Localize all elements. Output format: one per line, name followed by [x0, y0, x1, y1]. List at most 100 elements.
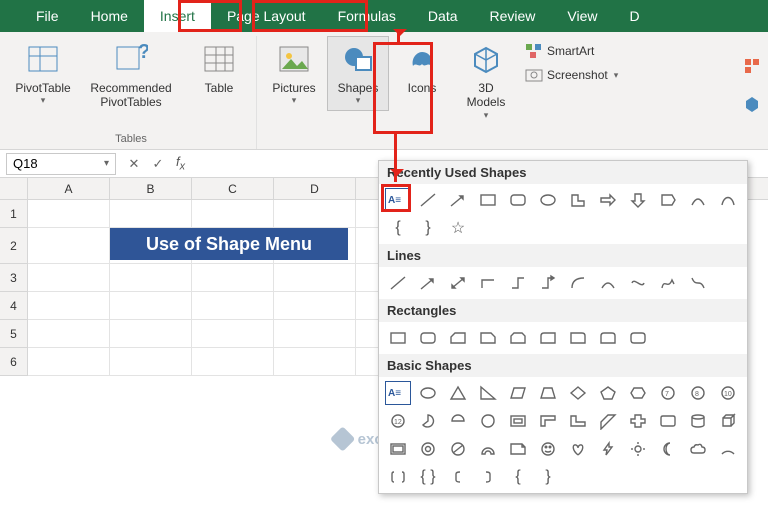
col-head-a[interactable]: A — [28, 178, 110, 199]
tab-insert[interactable]: Insert — [144, 0, 211, 32]
row-head-6[interactable]: 6 — [0, 348, 28, 376]
rect-7[interactable] — [565, 326, 591, 350]
basic-right-triangle[interactable] — [475, 381, 501, 405]
shape-text-box[interactable]: A≡ — [385, 188, 411, 212]
cell[interactable] — [28, 320, 110, 348]
icons-button[interactable]: Icons — [391, 36, 453, 100]
pivottable-button[interactable]: PivotTable — [12, 36, 74, 111]
basic-chord[interactable] — [445, 409, 471, 433]
row-head-1[interactable]: 1 — [0, 200, 28, 228]
shape-curve-1[interactable] — [565, 271, 591, 295]
basic-left-brace[interactable]: { — [505, 465, 531, 489]
basic-arc[interactable] — [715, 437, 741, 461]
screenshot-button[interactable]: Screenshot ▾ — [521, 64, 622, 86]
shape-down-arrow[interactable] — [625, 188, 651, 212]
shape-line-3[interactable] — [445, 271, 471, 295]
rect-8[interactable] — [595, 326, 621, 350]
cell[interactable] — [274, 320, 356, 348]
shape-oval[interactable] — [535, 188, 561, 212]
row-head-3[interactable]: 3 — [0, 264, 28, 292]
table-button[interactable]: Table — [188, 36, 250, 100]
cell[interactable] — [110, 348, 192, 376]
basic-diamond[interactable] — [565, 381, 591, 405]
cell[interactable] — [110, 292, 192, 320]
cell[interactable] — [110, 200, 192, 228]
tab-page-layout[interactable]: Page Layout — [211, 0, 322, 32]
tab-developer[interactable]: D — [614, 0, 656, 32]
cell[interactable] — [192, 200, 274, 228]
basic-lightning[interactable] — [595, 437, 621, 461]
cell[interactable] — [28, 348, 110, 376]
basic-octagon[interactable]: 8 — [685, 381, 711, 405]
shape-line-arrow[interactable] — [445, 188, 471, 212]
basic-cloud[interactable] — [685, 437, 711, 461]
cell[interactable] — [28, 228, 110, 264]
basic-frame[interactable] — [505, 409, 531, 433]
tab-formulas[interactable]: Formulas — [322, 0, 412, 32]
tab-review[interactable]: Review — [474, 0, 552, 32]
shape-elbow-3[interactable] — [535, 271, 561, 295]
basic-hexagon[interactable] — [625, 381, 651, 405]
cell[interactable] — [274, 348, 356, 376]
basic-text-box[interactable]: A≡ — [385, 381, 411, 405]
basic-cube[interactable] — [715, 409, 741, 433]
shape-freeform[interactable] — [715, 188, 741, 212]
shape-rectangle[interactable] — [475, 188, 501, 212]
row-head-2[interactable]: 2 — [0, 228, 28, 264]
tab-file[interactable]: File — [20, 0, 75, 32]
cell[interactable] — [28, 264, 110, 292]
shape-right-arrow[interactable] — [595, 188, 621, 212]
shape-left-brace[interactable]: { — [385, 216, 411, 240]
rect-6[interactable] — [535, 326, 561, 350]
enter-formula-icon[interactable]: ✓ — [146, 156, 170, 172]
basic-oval[interactable] — [415, 381, 441, 405]
cell[interactable] — [274, 292, 356, 320]
basic-left-bracket[interactable] — [445, 465, 471, 489]
shape-scribble-1[interactable] — [655, 271, 681, 295]
shape-curved-connector[interactable] — [685, 188, 711, 212]
basic-block-arc[interactable] — [475, 437, 501, 461]
shape-scribble-2[interactable] — [685, 271, 711, 295]
basic-teardrop[interactable] — [475, 409, 501, 433]
col-head-c[interactable]: C — [192, 178, 274, 199]
basic-bevel[interactable] — [385, 437, 411, 461]
name-box[interactable]: Q18 ▾ — [6, 153, 116, 175]
tab-data[interactable]: Data — [412, 0, 474, 32]
shape-elbow-2[interactable] — [505, 271, 531, 295]
shape-curve-2[interactable] — [595, 271, 621, 295]
addin-icon-2[interactable] — [742, 94, 762, 114]
pictures-button[interactable]: Pictures — [263, 36, 325, 111]
cell[interactable] — [192, 348, 274, 376]
basic-smiley[interactable] — [535, 437, 561, 461]
basic-heart[interactable] — [565, 437, 591, 461]
rect-9[interactable] — [625, 326, 651, 350]
basic-moon[interactable] — [655, 437, 681, 461]
rect-3[interactable] — [445, 326, 471, 350]
basic-parallelogram[interactable] — [505, 381, 531, 405]
rect-1[interactable] — [385, 326, 411, 350]
shape-curve-3[interactable] — [625, 271, 651, 295]
basic-triangle[interactable] — [445, 381, 471, 405]
cell[interactable] — [192, 292, 274, 320]
basic-double-brace[interactable]: { } — [415, 465, 441, 489]
cell[interactable] — [28, 200, 110, 228]
rect-2[interactable] — [415, 326, 441, 350]
rect-4[interactable] — [475, 326, 501, 350]
cell[interactable] — [274, 264, 356, 292]
basic-l-shape[interactable] — [565, 409, 591, 433]
basic-diag-stripe[interactable] — [595, 409, 621, 433]
shape-star[interactable]: ☆ — [445, 216, 471, 240]
tab-view[interactable]: View — [551, 0, 613, 32]
shape-line[interactable] — [415, 188, 441, 212]
row-head-4[interactable]: 4 — [0, 292, 28, 320]
cancel-formula-icon[interactable]: ✕ — [122, 156, 146, 172]
cell[interactable] — [192, 320, 274, 348]
3d-models-button[interactable]: 3D Models — [455, 36, 517, 126]
shapes-button[interactable]: Shapes — [327, 36, 389, 111]
shape-right-brace[interactable]: } — [415, 216, 441, 240]
shape-l-shape[interactable] — [565, 188, 591, 212]
shape-elbow-1[interactable] — [475, 271, 501, 295]
select-all-corner[interactable] — [0, 178, 28, 199]
shape-pentagon[interactable] — [655, 188, 681, 212]
col-head-b[interactable]: B — [110, 178, 192, 199]
